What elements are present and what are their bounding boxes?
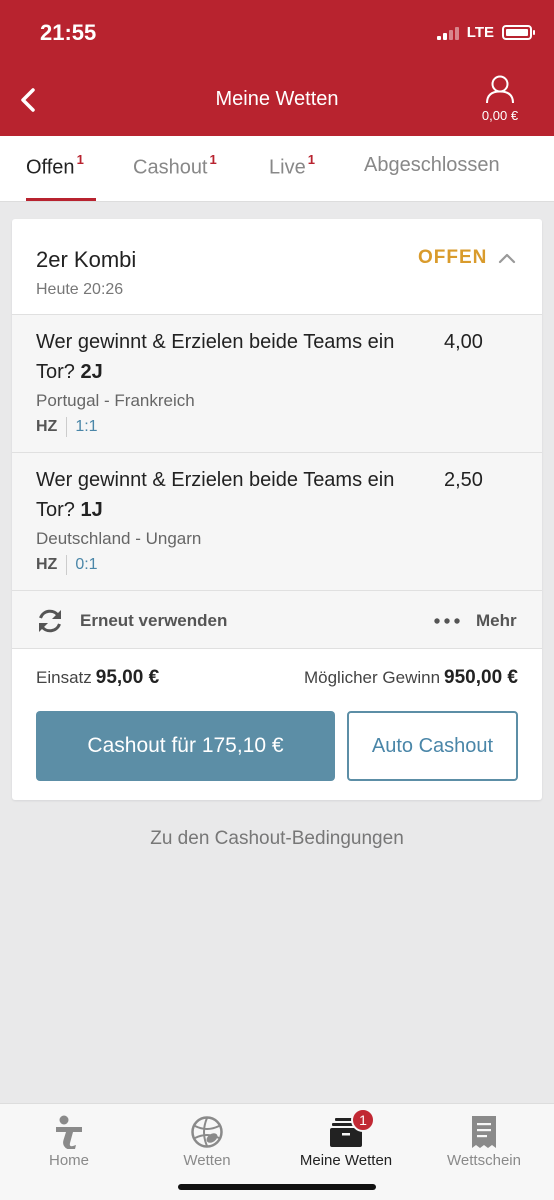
app-header: 21:55 LTE Meine Wetten 0,00 € <box>0 0 554 136</box>
battery-icon <box>502 25 535 40</box>
bet-card: 2er Kombi Heute 20:26 OFFEN Wer gewinnt … <box>12 219 542 800</box>
nav-label: Home <box>48 1152 89 1169</box>
signal-icon <box>436 26 459 40</box>
sports-balls-icon <box>191 1116 223 1148</box>
active-tab-indicator <box>26 198 96 201</box>
selection-market: Wer gewinnt & Erzielen beide Teams ein T… <box>36 465 416 525</box>
bet-type: 2er Kombi <box>36 247 137 272</box>
user-icon <box>486 75 514 104</box>
tab-cashout[interactable]: Cashout 1 <box>133 152 217 180</box>
selection-pick: 2J <box>80 361 103 383</box>
stake-value: 95,00 € <box>95 667 160 688</box>
home-logo-icon <box>56 1115 82 1149</box>
nav-home[interactable]: Home <box>0 1114 138 1169</box>
selection-event: Deutschland - Ungarn <box>36 529 202 548</box>
receipt-icon <box>472 1116 496 1148</box>
page-title: Meine Wetten <box>215 88 339 110</box>
tab-count: 1 <box>307 152 315 167</box>
selection-odds: 4,00 <box>444 331 483 353</box>
selection-score: HZ 1:1 <box>36 417 98 437</box>
score-period: HZ <box>36 556 58 573</box>
nav-wettschein[interactable]: Wettschein <box>415 1114 553 1169</box>
selection-pick: 1J <box>80 499 103 521</box>
nav-label: Meine Wetten <box>299 1152 393 1169</box>
notification-badge: 1 <box>351 1108 375 1132</box>
score-period: HZ <box>36 418 58 435</box>
nav-wetten[interactable]: Wetten <box>138 1114 276 1169</box>
nav-label: Wetten <box>183 1152 231 1169</box>
chevron-up-icon[interactable] <box>498 252 516 264</box>
tab-label: Abgeschlossen <box>364 154 500 176</box>
tab-label: Offen <box>26 156 75 179</box>
bet-actions-bar: Erneut verwenden Mehr <box>12 591 542 649</box>
bet-status-tabs: Offen 1 Cashout 1 Live 1 Abgeschlossen <box>0 136 554 202</box>
home-indicator <box>178 1184 376 1190</box>
bet-status-badge: OFFEN <box>418 247 488 268</box>
account-button[interactable]: 0,00 € <box>476 74 524 123</box>
reuse-bet-button[interactable]: Erneut verwenden <box>80 611 227 631</box>
tab-label: Cashout <box>133 156 208 179</box>
selection-event: Portugal - Frankreich <box>36 391 195 410</box>
status-time: 21:55 <box>40 20 97 45</box>
score-divider <box>66 555 68 575</box>
bet-card-header[interactable]: 2er Kombi Heute 20:26 OFFEN <box>12 219 542 315</box>
potential-win-label: Möglicher Gewinn <box>303 668 441 687</box>
tab-live[interactable]: Live 1 <box>269 152 315 180</box>
score-value: 0:1 <box>75 556 98 573</box>
account-balance: 0,00 € <box>481 108 519 123</box>
more-button[interactable]: Mehr <box>476 611 517 631</box>
refresh-icon[interactable] <box>36 607 64 635</box>
tab-count: 1 <box>209 152 217 167</box>
score-value: 1:1 <box>75 418 98 435</box>
tab-count: 1 <box>76 152 84 167</box>
bet-selection: Wer gewinnt & Erzielen beide Teams ein T… <box>12 315 542 453</box>
stake-label: Einsatz <box>36 668 92 687</box>
cashout-conditions-link[interactable]: Zu den Cashout-Bedingungen <box>0 828 554 850</box>
selection-odds: 2,50 <box>444 469 483 491</box>
network-type: LTE <box>466 24 494 41</box>
tab-offen[interactable]: Offen 1 <box>26 152 84 180</box>
potential-win-info: Möglicher Gewinn 950,00 € <box>304 667 518 689</box>
tab-abgeschlossen[interactable]: Abgeschlossen <box>364 154 500 177</box>
selection-score: HZ 0:1 <box>36 555 98 575</box>
nav-label: Wettschein <box>447 1152 521 1169</box>
score-divider <box>66 417 68 437</box>
stake-info: Einsatz 95,00 € <box>36 667 159 689</box>
selection-market: Wer gewinnt & Erzielen beide Teams ein T… <box>36 327 416 387</box>
bet-selection: Wer gewinnt & Erzielen beide Teams ein T… <box>12 453 542 591</box>
nav-meine-wetten[interactable]: 1 Meine Wetten <box>277 1108 415 1169</box>
bet-date: Heute 20:26 <box>36 281 124 298</box>
potential-win-value: 950,00 € <box>444 667 518 688</box>
tab-label: Live <box>269 156 306 179</box>
status-indicators: LTE <box>436 24 535 41</box>
cashout-button[interactable]: Cashout für 175,10 € <box>36 711 335 781</box>
auto-cashout-button[interactable]: Auto Cashout <box>347 711 518 781</box>
more-dots-icon[interactable] <box>434 618 460 624</box>
